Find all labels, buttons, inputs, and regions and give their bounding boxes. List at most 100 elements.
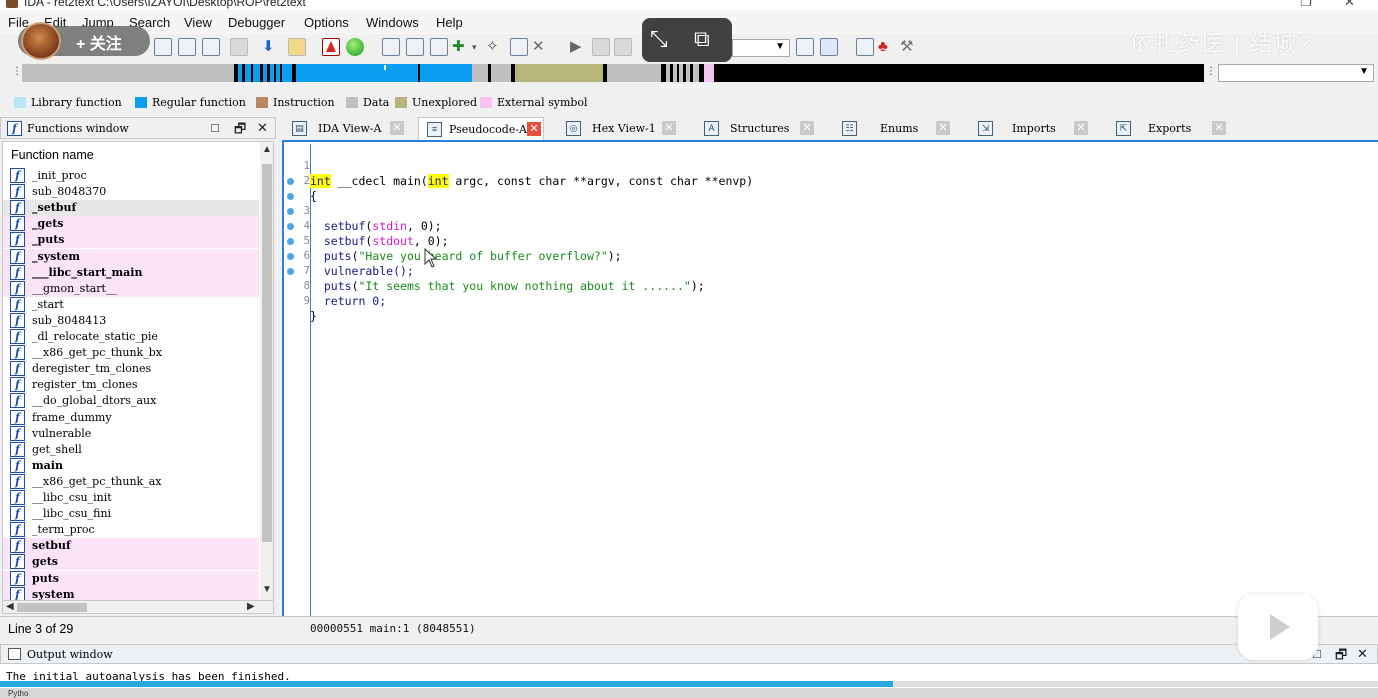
function-name-column-header[interactable]: Function name <box>3 142 261 168</box>
string-icon[interactable] <box>430 38 448 56</box>
breakpoint-list-icon[interactable]: ✧ <box>486 37 499 57</box>
function-list-item[interactable]: f register_tm_clones <box>3 377 259 393</box>
breakpoint-dot-icon[interactable] <box>287 193 294 200</box>
navigation-band[interactable] <box>22 64 1204 82</box>
follow-button-label[interactable]: + 关注 <box>76 30 122 54</box>
function-list-item[interactable]: f main <box>3 457 259 474</box>
function-list-item[interactable]: f __x86_get_pc_thunk_ax <box>3 473 259 490</box>
tab-hex-view-1[interactable]: ◎ Hex View-1 ✕ <box>558 117 684 140</box>
pseudocode-view[interactable]: 1 int __cdecl main(int argc, const char … <box>282 140 1378 616</box>
code-icon[interactable] <box>382 38 400 56</box>
code-line-7[interactable]: 7 puts("It seems that you know nothing a… <box>284 234 1374 293</box>
close-tab-icon[interactable]: ✕ <box>1074 121 1088 135</box>
segments-icon[interactable] <box>230 38 248 56</box>
function-list-item[interactable]: f frame_dummy <box>3 409 259 426</box>
pause-icon[interactable] <box>592 38 610 56</box>
functions-list[interactable]: Function name f _init_proc f sub_8048370 f _s… <box>2 141 274 601</box>
function-list-item[interactable]: f _term_proc <box>3 522 259 538</box>
exit-fullscreen-icon[interactable]: ⤡ <box>650 26 668 52</box>
search-text-icon[interactable] <box>288 38 306 56</box>
code-line-4[interactable]: 4 setbuf(stdout, 0); <box>284 189 1374 248</box>
menu-help[interactable]: Help <box>436 15 463 30</box>
step-into-icon[interactable] <box>820 38 838 56</box>
code-line-8[interactable]: 8 return 0; <box>284 249 1374 308</box>
close-tab-icon[interactable]: ✕ <box>800 121 814 135</box>
function-list-item[interactable]: f setbuf <box>3 538 259 555</box>
function-list-item[interactable]: f deregister_tm_clones <box>3 361 259 377</box>
functions-horizontal-scrollbar[interactable]: ◀ ▶ <box>2 600 274 614</box>
play-debug-icon[interactable]: ▶ <box>570 37 582 57</box>
code-line-3[interactable]: 3 setbuf(stdin, 0); <box>284 174 1374 233</box>
minimize-pane-icon[interactable]: □ <box>211 120 219 135</box>
tab-enums[interactable]: ☷ Enums ✕ <box>834 117 958 140</box>
function-list-item[interactable]: f _gets <box>3 216 259 233</box>
function-list-item[interactable]: f _puts <box>3 232 259 249</box>
video-progress-bar[interactable] <box>0 681 1378 687</box>
screen-cast-icon[interactable]: ⧉ <box>694 26 710 52</box>
breakpoint-dot-icon[interactable] <box>287 238 294 245</box>
code-text[interactable]: } <box>310 309 317 324</box>
scroll-up-icon[interactable]: ▲ <box>262 144 272 155</box>
function-list-item[interactable]: f system <box>3 586 259 600</box>
menu-debugger[interactable]: Debugger <box>228 15 285 30</box>
navband-select[interactable]: ▼ <box>1218 64 1374 82</box>
scrollbar-thumb[interactable] <box>17 603 87 612</box>
functions-window-icon[interactable] <box>178 38 196 56</box>
function-list-item[interactable]: f _init_proc <box>3 168 259 184</box>
run-green-icon[interactable] <box>346 38 364 56</box>
breakpoint-add-icon[interactable]: ✚ <box>452 37 465 57</box>
function-list-item[interactable]: f __libc_csu_fini <box>3 506 259 522</box>
menu-windows[interactable]: Windows <box>366 15 419 30</box>
scroll-left-icon[interactable]: ◀ <box>6 601 14 612</box>
close-tab-icon[interactable]: ✕ <box>936 121 950 135</box>
edit-function-icon[interactable] <box>510 38 528 56</box>
play-button[interactable] <box>1238 582 1318 660</box>
code-text[interactable]: puts("It seems that you know nothing abo… <box>310 279 705 294</box>
float-pane-icon[interactable]: 🗗 <box>1335 646 1347 663</box>
stop-icon[interactable] <box>614 38 632 56</box>
trace-icon[interactable] <box>796 38 814 56</box>
code-line-5[interactable]: 5 puts("Have you heard of buffer overflo… <box>284 204 1374 263</box>
code-line-6[interactable]: 6 vulnerable(); <box>284 219 1374 278</box>
menu-view[interactable]: View <box>184 15 212 30</box>
close-tab-icon[interactable]: ✕ <box>662 121 676 135</box>
breakpoint-dot-icon[interactable] <box>287 178 294 185</box>
strings-window-icon[interactable] <box>202 38 220 56</box>
function-list-item[interactable]: f __do_global_dtors_aux <box>3 393 259 409</box>
warning-icon[interactable] <box>322 38 340 56</box>
function-list-item[interactable]: f _start <box>3 296 259 313</box>
function-list-item[interactable]: f __libc_csu_init <box>3 490 259 506</box>
breakpoint-dot-icon[interactable] <box>287 253 294 260</box>
function-list-item[interactable]: f vulnerable <box>3 425 259 442</box>
scroll-down-icon[interactable]: ▼ <box>262 584 272 595</box>
code-line-1[interactable]: 1 int __cdecl main(int argc, const char … <box>284 144 1374 188</box>
data-icon[interactable] <box>406 38 424 56</box>
function-list-item[interactable]: f _system <box>3 248 259 265</box>
code-line-9[interactable]: 9 } <box>284 264 1374 323</box>
tab-exports[interactable]: ⇱ Exports ✕ <box>1108 117 1238 140</box>
function-list-item[interactable]: f sub_8048413 <box>3 312 259 329</box>
names-window-icon[interactable] <box>154 38 172 56</box>
tab-pseudocode-a[interactable]: ≡ Pseudocode-A ✕ <box>418 117 544 140</box>
delete-icon[interactable]: ✕ <box>532 37 545 57</box>
tools-icon[interactable]: ⚒ <box>900 37 913 57</box>
restore-window-icon[interactable]: ❐ <box>1300 0 1312 10</box>
jump-down-arrow-icon[interactable]: ⬇ <box>262 37 275 57</box>
chevron-down-icon[interactable]: ▾ <box>472 37 477 57</box>
close-pane-icon[interactable]: ✕ <box>1357 646 1368 662</box>
breakpoint-dot-icon[interactable] <box>287 223 294 230</box>
tab-imports[interactable]: ⇲ Imports ✕ <box>970 117 1094 140</box>
close-window-icon[interactable]: ✕ <box>1344 0 1355 10</box>
close-tab-icon[interactable]: ✕ <box>527 122 541 136</box>
function-list-item[interactable]: f _setbuf <box>3 200 259 217</box>
function-list-item[interactable]: f puts <box>3 570 259 587</box>
function-list-item[interactable]: f sub_8048370 <box>3 184 259 200</box>
function-list-item[interactable]: f get_shell <box>3 441 259 458</box>
breakpoint-dot-icon[interactable] <box>287 268 294 275</box>
function-list-item[interactable]: f ___libc_start_main <box>3 264 259 281</box>
avatar[interactable] <box>21 22 61 60</box>
breakpoint-dot-icon[interactable] <box>287 208 294 215</box>
tab-structures[interactable]: A Structures ✕ <box>696 117 820 140</box>
function-list-item[interactable]: f __x86_get_pc_thunk_bx <box>3 345 259 361</box>
function-list-item[interactable]: f _dl_relocate_static_pie <box>3 329 259 345</box>
